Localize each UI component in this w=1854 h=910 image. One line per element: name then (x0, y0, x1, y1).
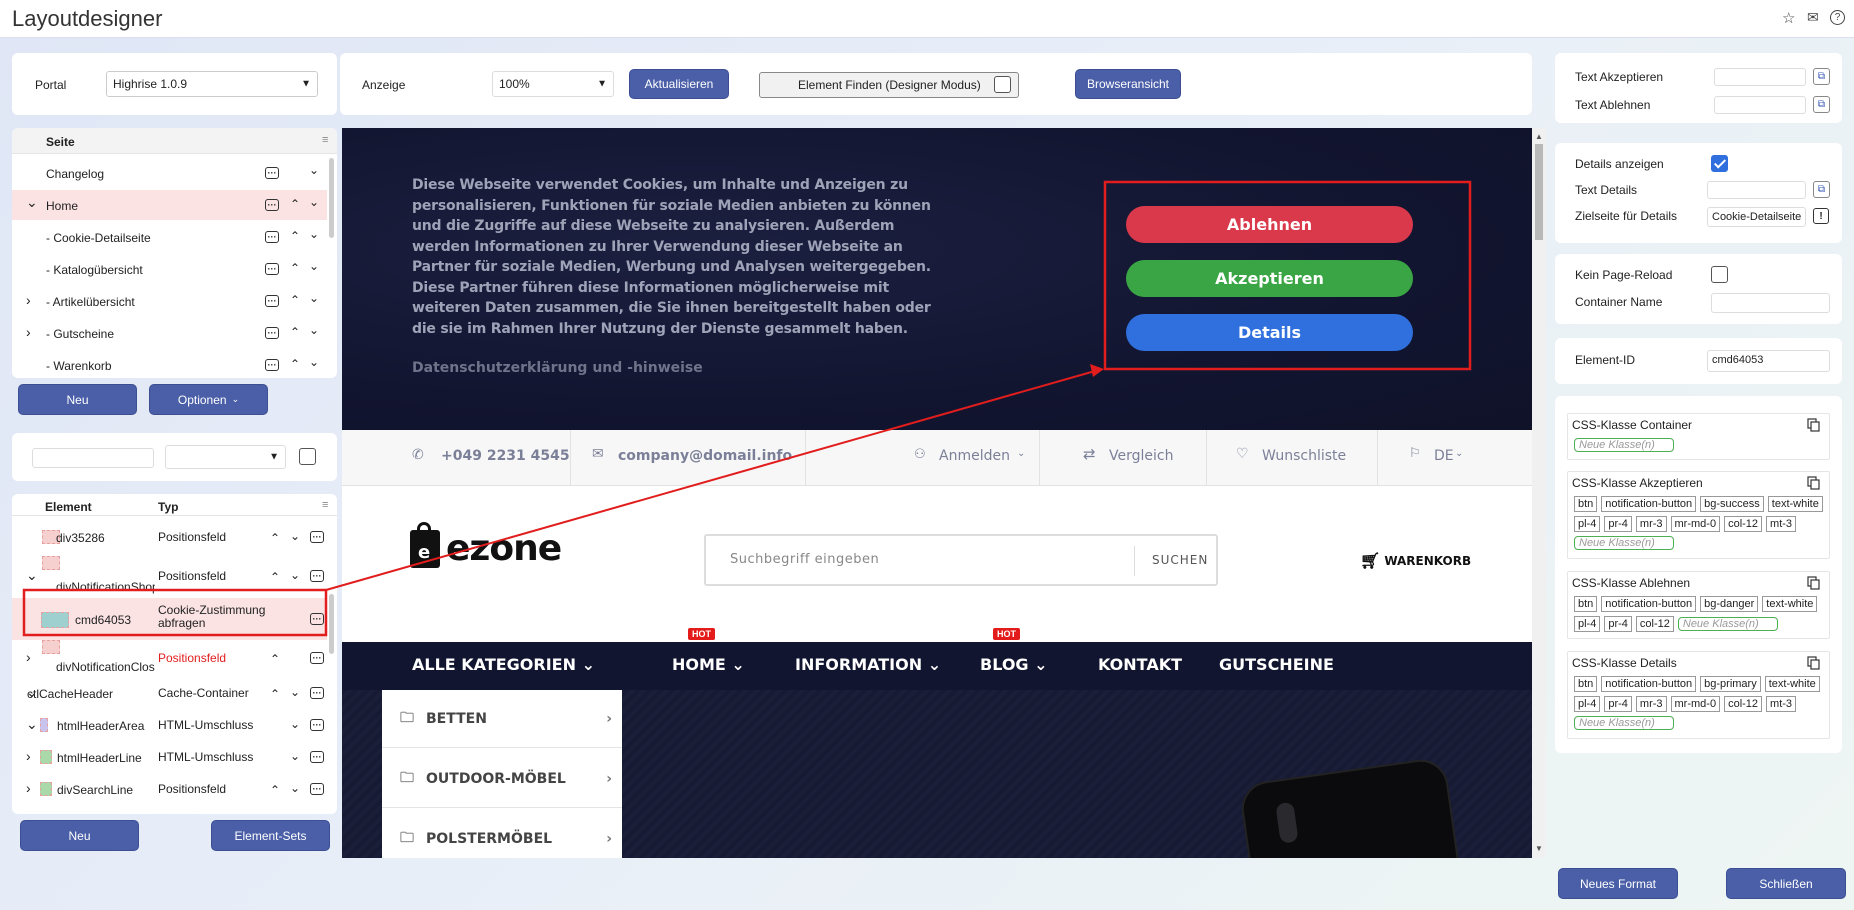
css-class-tag[interactable]: text-white (1762, 596, 1818, 612)
css-class-tag[interactable]: pr-4 (1604, 516, 1632, 532)
css-class-tag[interactable]: col-12 (1635, 616, 1674, 632)
css-class-tag[interactable]: btn (1574, 676, 1598, 692)
container-name-input[interactable] (1711, 293, 1830, 313)
css-class-tag[interactable]: mt-3 (1766, 516, 1797, 532)
css-class-tag[interactable]: text-white (1767, 496, 1823, 512)
css-details-label: CSS-Klasse Details (1572, 656, 1677, 670)
css-details-tags: btn notification-button bg-primary text-whi… (1572, 674, 1825, 732)
css-class-tag[interactable]: pr-4 (1604, 616, 1632, 632)
info-icon[interactable]: ! (1813, 208, 1829, 224)
css-accept-tags: btn notification-button bg-success text-whi… (1572, 494, 1825, 552)
css-details-box: CSS-Klasse Details btn notification-butto… (1567, 651, 1830, 739)
css-class-tag[interactable]: pl-4 (1574, 516, 1601, 532)
annotation-arrow (325, 370, 1096, 591)
copy-icon[interactable] (1807, 476, 1821, 490)
css-accept-box: CSS-Klasse Akzeptieren btn notification-b… (1567, 471, 1830, 559)
css-reject-tags: btn notification-button bg-danger text-whit… (1572, 594, 1825, 634)
target-details-input[interactable]: Cookie-Detailseite (1707, 207, 1806, 227)
new-class-input[interactable]: Neue Klasse(n) (1677, 617, 1778, 631)
css-class-tag[interactable]: pl-4 (1574, 616, 1601, 632)
css-reject-box: CSS-Klasse Ablehnen btn notification-butt… (1567, 571, 1830, 639)
css-class-tag[interactable]: bg-success (1700, 496, 1764, 512)
annotation-box-buttons (1103, 180, 1472, 371)
container-name-label: Container Name (1575, 295, 1663, 309)
css-class-tag[interactable]: mt-3 (1766, 696, 1797, 712)
css-class-tag[interactable]: notification-button (1601, 676, 1697, 692)
css-class-tag[interactable]: mr-3 (1635, 696, 1667, 712)
translate-icon[interactable]: ⧉ (1813, 96, 1830, 113)
copy-icon[interactable] (1807, 656, 1821, 670)
element-id-value: cmd64053 (1712, 354, 1764, 366)
css-class-tag[interactable]: mr-3 (1635, 516, 1667, 532)
arrow-head-icon (1090, 364, 1104, 377)
details-props-panel: Details anzeigen Text Details ⧉ Zielseit… (1555, 143, 1842, 243)
text-details-label: Text Details (1575, 183, 1638, 197)
target-details-label: Zielseite für Details (1575, 209, 1678, 223)
no-reload-checkbox[interactable] (1711, 266, 1728, 283)
text-reject-input[interactable] (1714, 96, 1806, 114)
text-reject-label: Text Ablehnen (1575, 98, 1651, 112)
css-class-tag[interactable]: bg-danger (1700, 596, 1759, 612)
css-class-tag[interactable]: col-12 (1724, 516, 1763, 532)
css-class-tag[interactable]: mr-md-0 (1670, 696, 1721, 712)
annotation-box-element (22, 588, 328, 637)
css-class-tag[interactable]: bg-primary (1700, 676, 1761, 692)
translate-icon[interactable]: ⧉ (1813, 68, 1830, 85)
close-button[interactable]: Schließen (1726, 868, 1846, 899)
css-class-tag[interactable]: mr-md-0 (1670, 516, 1721, 532)
element-id-panel: Element-ID cmd64053 (1555, 338, 1842, 384)
text-details-input[interactable] (1707, 181, 1806, 199)
css-class-tag[interactable]: notification-button (1601, 496, 1697, 512)
new-class-input[interactable]: Neue Klasse(n) (1574, 716, 1674, 730)
translate-icon[interactable]: ⧉ (1813, 181, 1830, 198)
css-class-tag[interactable]: text-white (1764, 676, 1820, 692)
css-class-tag[interactable]: pl-4 (1574, 696, 1601, 712)
css-reject-label: CSS-Klasse Ablehnen (1572, 576, 1691, 590)
text-accept-label: Text Akzeptieren (1575, 70, 1664, 84)
text-accept-input[interactable] (1714, 68, 1806, 86)
details-show-label: Details anzeigen (1575, 157, 1664, 171)
new-format-button[interactable]: Neues Format (1558, 868, 1678, 899)
css-class-tag[interactable]: btn (1574, 596, 1598, 612)
details-show-checkbox[interactable] (1711, 155, 1728, 172)
css-class-tag[interactable]: col-12 (1724, 696, 1763, 712)
container-props-panel: Kein Page-Reload Container Name (1555, 254, 1842, 324)
css-class-tag[interactable]: pr-4 (1604, 696, 1632, 712)
text-props-panel: Text Akzeptieren ⧉ Text Ablehnen ⧉ (1555, 53, 1842, 123)
target-details-value: Cookie-Detailseite (1712, 211, 1802, 223)
no-reload-label: Kein Page-Reload (1575, 268, 1673, 282)
new-class-input[interactable]: Neue Klasse(n) (1574, 438, 1674, 452)
css-container-box: CSS-Klasse Container Neue Klasse(n) (1567, 413, 1830, 460)
copy-icon[interactable] (1807, 418, 1821, 432)
css-container-label: CSS-Klasse Container (1572, 418, 1693, 432)
element-id-input[interactable]: cmd64053 (1707, 350, 1830, 372)
element-id-label: Element-ID (1575, 353, 1636, 367)
css-class-tag[interactable]: notification-button (1601, 596, 1697, 612)
new-class-input[interactable]: Neue Klasse(n) (1574, 536, 1674, 550)
css-accept-label: CSS-Klasse Akzeptieren (1572, 476, 1703, 490)
css-class-tag[interactable]: btn (1574, 496, 1598, 512)
copy-icon[interactable] (1807, 576, 1821, 590)
